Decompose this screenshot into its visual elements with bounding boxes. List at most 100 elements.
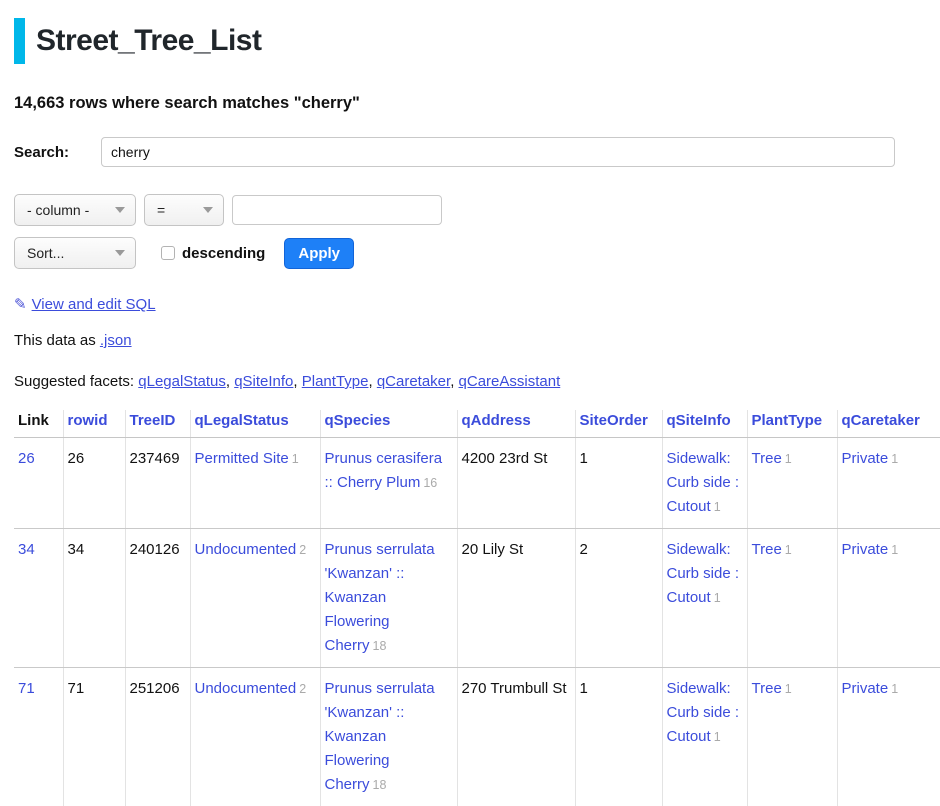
cell-caretaker: Private1 <box>837 529 940 668</box>
cell-link: 26 <box>14 438 63 529</box>
column-sort-link-species[interactable]: qSpecies <box>325 412 391 429</box>
cell-species: Prunus cerasifera :: Cherry Plum16 <box>320 438 457 529</box>
chevron-down-icon <box>115 207 125 213</box>
search-row: Search: <box>14 137 926 167</box>
facet-value-link[interactable]: Permitted Site <box>195 450 289 467</box>
row-link[interactable]: 26 <box>18 450 35 467</box>
column-header-species: qSpecies <box>320 410 457 438</box>
column-header-link: Link <box>14 410 63 438</box>
facet-link-qCareAssistant[interactable]: qCareAssistant <box>459 373 561 390</box>
facet-list: qLegalStatus, qSiteInfo, PlantType, qCar… <box>138 373 560 390</box>
facet-link-qSiteInfo[interactable]: qSiteInfo <box>234 373 293 390</box>
facet-link-PlantType[interactable]: PlantType <box>302 373 369 390</box>
facet-count: 1 <box>785 682 792 696</box>
cell-species: Prunus serrulata 'Kwanzan' :: Kwanzan Fl… <box>320 529 457 668</box>
cell-caretaker: Private1 <box>837 668 940 806</box>
operator-select-value: = <box>157 202 165 218</box>
data-as-prefix: This data as <box>14 332 96 349</box>
column-header-caretaker: qCaretaker <box>837 410 940 438</box>
cell-rowid: 71 <box>63 668 125 806</box>
facet-value-link[interactable]: Tree <box>752 541 782 558</box>
column-header-rowid: rowid <box>63 410 125 438</box>
column-sort-link-legal_status[interactable]: qLegalStatus <box>195 412 289 429</box>
cell-rowid: 34 <box>63 529 125 668</box>
cell-site_info: Sidewalk: Curb side : Cutout1 <box>662 529 747 668</box>
facet-count: 16 <box>423 476 437 490</box>
cell-address: 270 Trumbull St <box>457 668 575 806</box>
facet-value-link[interactable]: Prunus serrulata 'Kwanzan' :: Kwanzan Fl… <box>325 680 435 793</box>
column-sort-link-address[interactable]: qAddress <box>462 412 531 429</box>
sort-select-value: Sort... <box>27 245 64 261</box>
facet-value-link[interactable]: Undocumented <box>195 541 297 558</box>
column-sort-link-tree_id[interactable]: TreeID <box>130 412 176 429</box>
facet-count: 1 <box>292 452 299 466</box>
cell-address: 4200 23rd St <box>457 438 575 529</box>
facet-link-qLegalStatus[interactable]: qLegalStatus <box>138 373 226 390</box>
facet-value-link[interactable]: Private <box>842 541 889 558</box>
cell-address: 20 Lily St <box>457 529 575 668</box>
facet-count: 1 <box>785 452 792 466</box>
column-select[interactable]: - column - <box>14 194 136 226</box>
facet-value-link[interactable]: Prunus serrulata 'Kwanzan' :: Kwanzan Fl… <box>325 541 435 654</box>
facet-value-link[interactable]: Private <box>842 450 889 467</box>
data-as-row: This data as .json <box>14 332 926 349</box>
column-sort-link-site_order[interactable]: SiteOrder <box>580 412 648 429</box>
column-header-legal_status: qLegalStatus <box>190 410 320 438</box>
cell-site_order: 1 <box>575 668 662 806</box>
facet-count: 18 <box>373 639 387 653</box>
chevron-down-icon <box>115 250 125 256</box>
column-header-site_order: SiteOrder <box>575 410 662 438</box>
view-edit-sql-link[interactable]: View and edit SQL <box>32 296 156 313</box>
column-select-value: - column - <box>27 202 89 218</box>
pencil-icon: ✎ <box>14 296 27 313</box>
apply-button[interactable]: Apply <box>284 238 354 269</box>
cell-plant_type: Tree1 <box>747 668 837 806</box>
facet-link-qCaretaker[interactable]: qCaretaker <box>377 373 450 390</box>
column-sort-link-caretaker[interactable]: qCaretaker <box>842 412 920 429</box>
row-count-summary: 14,663 rows where search matches "cherry… <box>14 94 926 113</box>
facet-value-link[interactable]: Private <box>842 680 889 697</box>
facets-prefix: Suggested facets: <box>14 373 134 390</box>
cell-legal_status: Undocumented2 <box>190 668 320 806</box>
facet-count: 1 <box>785 543 792 557</box>
cell-legal_status: Undocumented2 <box>190 529 320 668</box>
facets-row: Suggested facets: qLegalStatus, qSiteInf… <box>14 373 926 390</box>
cell-link: 34 <box>14 529 63 668</box>
facet-value-link[interactable]: Sidewalk: Curb side : Cutout <box>667 541 740 606</box>
page-title: Street_Tree_List <box>14 18 926 64</box>
row-link[interactable]: 34 <box>18 541 35 558</box>
facet-count: 1 <box>714 591 721 605</box>
column-sort-link-plant_type[interactable]: PlantType <box>752 412 823 429</box>
facet-value-link[interactable]: Tree <box>752 680 782 697</box>
filter-value-input[interactable] <box>232 195 442 225</box>
cell-site_order: 2 <box>575 529 662 668</box>
facet-count: 1 <box>891 543 898 557</box>
column-header-plant_type: PlantType <box>747 410 837 438</box>
facet-count: 1 <box>714 500 721 514</box>
column-sort-link-rowid[interactable]: rowid <box>68 412 108 429</box>
descending-checkbox[interactable] <box>161 246 175 260</box>
operator-select[interactable]: = <box>144 194 224 226</box>
cell-site_info: Sidewalk: Curb side : Cutout1 <box>662 438 747 529</box>
search-input[interactable] <box>101 137 895 167</box>
descending-label: descending <box>182 245 265 262</box>
sort-select[interactable]: Sort... <box>14 237 136 269</box>
facet-value-link[interactable]: Sidewalk: Curb side : Cutout <box>667 450 740 515</box>
facet-count: 2 <box>299 543 306 557</box>
facet-value-link[interactable]: Sidewalk: Curb side : Cutout <box>667 680 740 745</box>
row-link[interactable]: 71 <box>18 680 35 697</box>
json-link[interactable]: .json <box>100 332 132 349</box>
cell-tree_id: 237469 <box>125 438 190 529</box>
results-table: Link rowid TreeID qLegalStatus qSpecies qAddr… <box>14 410 940 806</box>
facet-value-link[interactable]: Tree <box>752 450 782 467</box>
facet-count: 18 <box>373 778 387 792</box>
facet-value-link[interactable]: Undocumented <box>195 680 297 697</box>
page-title-text: Street_Tree_List <box>36 24 261 58</box>
accent-bar <box>14 18 25 64</box>
cell-plant_type: Tree1 <box>747 529 837 668</box>
sort-row: Sort... descending Apply <box>14 237 926 269</box>
facet-count: 1 <box>891 452 898 466</box>
search-label: Search: <box>14 144 101 161</box>
sql-row: ✎ View and edit SQL <box>14 295 926 313</box>
column-sort-link-site_info[interactable]: qSiteInfo <box>667 412 731 429</box>
